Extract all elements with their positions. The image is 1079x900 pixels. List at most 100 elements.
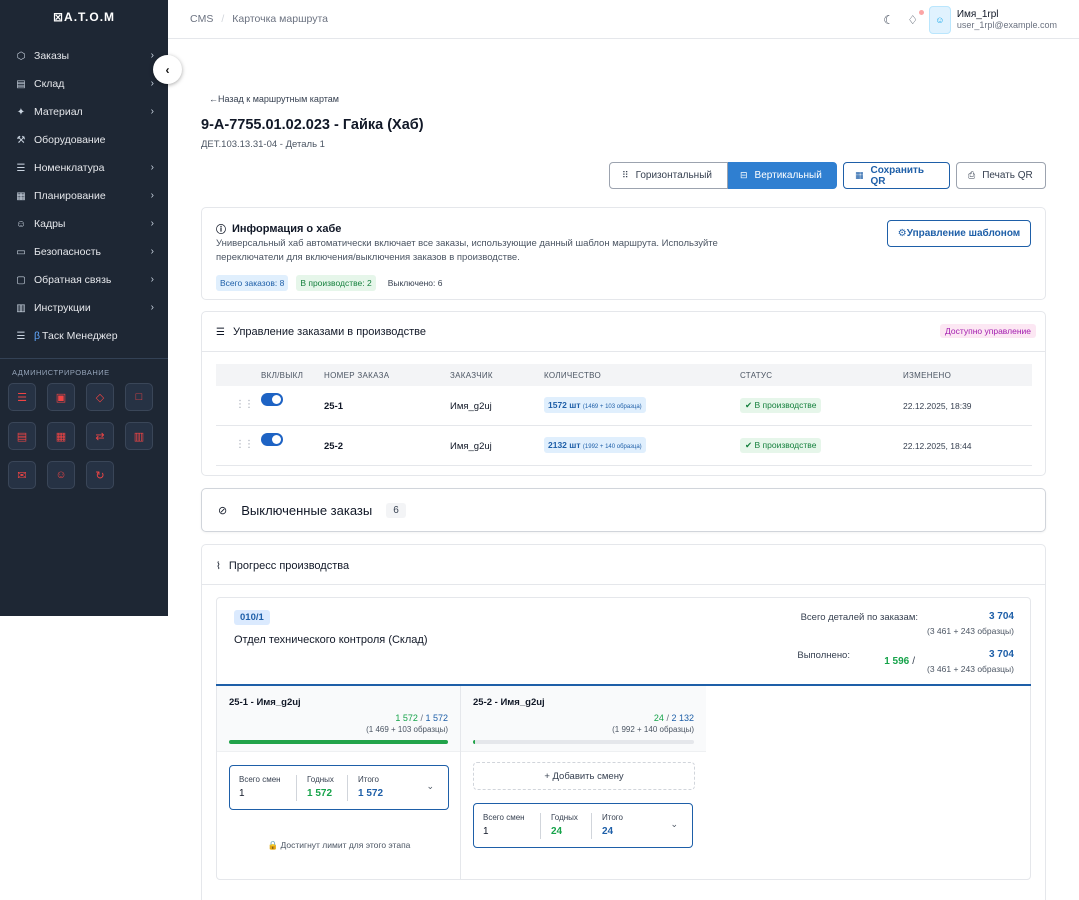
done-total: 3 704 bbox=[988, 649, 1014, 660]
field-separator bbox=[347, 775, 348, 801]
orders-table: ВКЛ/ВЫКЛ НОМЕР ЗАКАЗА ЗАКАЗЧИК КОЛИЧЕСТВ… bbox=[216, 364, 1032, 466]
add-shift-button[interactable]: + Добавить смену bbox=[473, 762, 695, 790]
sidebar-item-label: Заказы bbox=[34, 50, 70, 62]
done-value: 1 596/ bbox=[884, 656, 915, 667]
chevron-down-icon[interactable]: ⌄ bbox=[426, 781, 434, 792]
printer-admin-icon[interactable]: ▥ bbox=[125, 422, 153, 450]
chevron-down-icon[interactable]: ⌄ bbox=[670, 819, 678, 830]
refresh-admin-icon[interactable]: ↻ bbox=[86, 461, 114, 489]
excluded-title-text: Выключенные заказы bbox=[241, 503, 373, 518]
progress-bar-fill bbox=[473, 740, 476, 744]
vertical-view-button[interactable]: ⊟ Вертикальный bbox=[728, 162, 837, 189]
mail-admin-icon[interactable]: ✉ bbox=[8, 461, 36, 489]
sidebar-item-material[interactable]: ✦ Материал › bbox=[0, 98, 168, 126]
production-progress-card: ⌇ Прогресс производства 010/1 Отдел техни… bbox=[201, 544, 1046, 900]
excluded-orders-title: ⊘ Выключенные заказы 6 bbox=[218, 503, 406, 518]
back-link[interactable]: ←Назад к маршрутным картам bbox=[209, 94, 339, 104]
hub-info-title-text: Информация о хабе bbox=[232, 222, 342, 235]
sidebar-item-orders[interactable]: ⬡ Заказы › bbox=[0, 42, 168, 70]
col-changed[interactable]: ИЗМЕНЕНО bbox=[903, 371, 951, 380]
page-subtitle: ДЕТ.103.13.31-04 - Деталь 1 bbox=[201, 139, 325, 150]
user-info[interactable]: Имя_1rpl user_1rpl@example.com bbox=[957, 9, 1057, 31]
stage-block: 010/1 Отдел технического контроля (Склад… bbox=[216, 597, 1031, 880]
total-orders-chip: Всего заказов: 8 bbox=[216, 275, 289, 291]
order-toggle[interactable] bbox=[261, 433, 283, 446]
sidebar-item-staff[interactable]: ☺ Кадры › bbox=[0, 210, 168, 238]
drag-handle-icon[interactable]: ⋮⋮ bbox=[235, 399, 254, 410]
avatar[interactable]: ☺ bbox=[928, 6, 951, 34]
col-toggle: ВКЛ/ВЫКЛ bbox=[261, 371, 304, 380]
progress-total: 2 132 bbox=[671, 713, 694, 723]
in-production-chip: В производстве: 2 bbox=[296, 275, 376, 291]
sidebar: ⊠A.T.O.M ⬡ Заказы › ▤ Склад › ✦ Материал › ⚒ Об… bbox=[0, 0, 168, 616]
user-admin-icon[interactable]: ☺ bbox=[47, 461, 75, 489]
chevron-right-icon: › bbox=[150, 78, 154, 89]
sidebar-item-feedback[interactable]: ▢ Обратная связь › bbox=[0, 266, 168, 294]
manage-template-button[interactable]: ⚙Управление шаблоном bbox=[887, 220, 1031, 247]
horizontal-view-button[interactable]: ⠿ Горизонтальный bbox=[609, 162, 728, 189]
sidebar-item-label: Материал bbox=[34, 106, 83, 118]
chevron-right-icon: › bbox=[150, 50, 154, 61]
col-status[interactable]: СТАТУС bbox=[740, 371, 772, 380]
file-admin-icon[interactable]: □ bbox=[125, 383, 153, 411]
chevron-right-icon: › bbox=[150, 246, 154, 257]
sidebar-item-security[interactable]: ▭ Безопасность › bbox=[0, 238, 168, 266]
chat-icon: ▢ bbox=[16, 274, 26, 286]
shift-selector[interactable]: Всего смен 1 Годных 1 572 Итого 1 572 ⌄ bbox=[229, 765, 449, 810]
database-admin-icon[interactable]: ▤ bbox=[8, 422, 36, 450]
excluded-orders-panel[interactable]: ⊘ Выключенные заказы 6 bbox=[201, 488, 1046, 532]
chevron-right-icon: › bbox=[150, 274, 154, 285]
orders-management-card: ☰ Управление заказами в производстве Дост… bbox=[201, 311, 1046, 476]
sidebar-item-task-manager[interactable]: ☰ β Таск Менеджер bbox=[0, 322, 168, 350]
field-separator bbox=[591, 813, 592, 839]
beta-badge: β bbox=[34, 330, 41, 342]
save-qr-button[interactable]: ▦ Сохранить QR bbox=[843, 162, 950, 189]
shield-admin-icon[interactable]: ◇ bbox=[86, 383, 114, 411]
shift-selector[interactable]: Всего смен 1 Годных 24 Итого 24 ⌄ bbox=[473, 803, 693, 848]
chevron-right-icon: › bbox=[150, 106, 154, 117]
moon-icon[interactable]: ☾ bbox=[881, 12, 897, 28]
sidebar-item-label: Обратная связь bbox=[34, 274, 112, 286]
page-title: 9-A-7755.01.02.023 - Гайка (Хаб) bbox=[201, 117, 424, 133]
status-badge: ✔ В производстве bbox=[740, 438, 822, 453]
sidebar-nav: ⬡ Заказы › ▤ Склад › ✦ Материал › ⚒ Оборудовани… bbox=[0, 42, 168, 350]
sidebar-item-warehouse[interactable]: ▤ Склад › bbox=[0, 70, 168, 98]
sidebar-item-planning[interactable]: ▦ Планирование › bbox=[0, 182, 168, 210]
done-number: 1 596 bbox=[884, 656, 910, 667]
collapse-sidebar-button[interactable]: ‹ bbox=[153, 55, 182, 84]
col-number[interactable]: НОМЕР ЗАКАЗА bbox=[324, 371, 389, 380]
sidebar-item-instructions[interactable]: ▥ Инструкции › bbox=[0, 294, 168, 322]
bell-icon[interactable]: ♢ bbox=[905, 10, 924, 28]
header-actions: ☾ ♢ ☺ Имя_1rpl user_1rpl@example.com bbox=[873, 6, 1057, 34]
list-icon: ☰ bbox=[16, 162, 26, 174]
print-qr-button[interactable]: ⎙ Печать QR bbox=[956, 162, 1046, 189]
breadcrumb-cms[interactable]: CMS bbox=[190, 13, 213, 25]
progress-bar bbox=[229, 740, 448, 744]
divider bbox=[202, 584, 1045, 585]
progress-bar-fill bbox=[229, 740, 448, 744]
field-value: 24 bbox=[551, 826, 563, 837]
users-icon: ☺ bbox=[15, 218, 27, 230]
progress-bar bbox=[473, 740, 694, 744]
sidebar-item-equipment[interactable]: ⚒ Оборудование bbox=[0, 126, 168, 154]
route-admin-icon[interactable]: ⇄ bbox=[86, 422, 114, 450]
table-admin-icon[interactable]: ▦ bbox=[47, 422, 75, 450]
logo[interactable]: ⊠A.T.O.M bbox=[0, 0, 168, 34]
order-toggle[interactable] bbox=[261, 393, 283, 406]
drag-handle-icon[interactable]: ⋮⋮ bbox=[235, 439, 254, 450]
done-sub: (3 461 + 243 образцы) bbox=[927, 664, 1014, 674]
order-quantity: 2132 шт (1992 + 140 образца) bbox=[544, 437, 646, 453]
qty-value: 1572 шт bbox=[548, 400, 581, 410]
col-quantity[interactable]: КОЛИЧЕСТВО bbox=[544, 371, 601, 380]
field-label: Всего смен bbox=[483, 813, 525, 822]
sidebar-item-label: Склад bbox=[34, 78, 65, 90]
chevron-right-icon: › bbox=[150, 218, 154, 229]
breadcrumb-current: Карточка маршрута bbox=[232, 13, 329, 25]
progress-title-text: Прогресс производства bbox=[228, 560, 350, 572]
good-field: Годных 1 572 bbox=[307, 775, 334, 799]
lock-admin-icon[interactable]: ▣ bbox=[47, 383, 75, 411]
col-customer[interactable]: ЗАКАЗЧИК bbox=[450, 371, 493, 380]
button-label: Горизонтальный bbox=[635, 170, 712, 181]
list-admin-icon[interactable]: ☰ bbox=[8, 383, 36, 411]
sidebar-item-nomenclature[interactable]: ☰ Номенклатура › bbox=[0, 154, 168, 182]
